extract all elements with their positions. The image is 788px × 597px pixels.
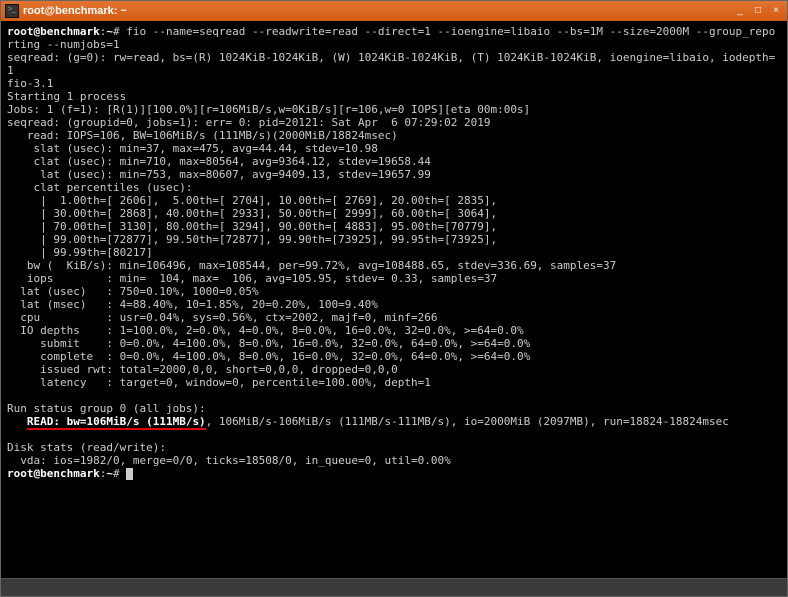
command-text: fio --name=seqread --readwrite=read --di… <box>7 25 775 51</box>
output-tail: Disk stats (read/write): vda: ios=1982/0… <box>7 441 451 467</box>
terminal-output[interactable]: root@benchmark:~# fio --name=seqread --r… <box>1 21 787 578</box>
statusbar <box>1 578 787 596</box>
window-title: root@benchmark: ~ <box>23 5 733 17</box>
prompt2-path: ~ <box>106 467 113 480</box>
window-buttons: _ □ × <box>733 4 783 18</box>
prompt2-sep2: # <box>113 467 120 480</box>
minimize-button[interactable]: _ <box>733 4 747 18</box>
terminal-window: root@benchmark: ~ _ □ × root@benchmark:~… <box>0 0 788 597</box>
read-indent <box>7 415 27 428</box>
prompt-user-host: root@benchmark <box>7 25 100 38</box>
prompt-path: ~ <box>106 25 113 38</box>
close-button[interactable]: × <box>769 4 783 18</box>
read-summary: READ: bw=106MiB/s (111MB/s) <box>27 415 206 430</box>
maximize-button[interactable]: □ <box>751 4 765 18</box>
titlebar[interactable]: root@benchmark: ~ _ □ × <box>1 1 787 21</box>
prompt2-user-host: root@benchmark <box>7 467 100 480</box>
cursor <box>126 468 133 480</box>
output-head: seqread: (g=0): rw=read, bs=(R) 1024KiB-… <box>7 51 775 415</box>
read-rest: , 106MiB/s-106MiB/s (111MB/s-111MB/s), i… <box>206 415 729 428</box>
terminal-icon <box>5 4 19 18</box>
prompt-sep2: # <box>113 25 120 38</box>
